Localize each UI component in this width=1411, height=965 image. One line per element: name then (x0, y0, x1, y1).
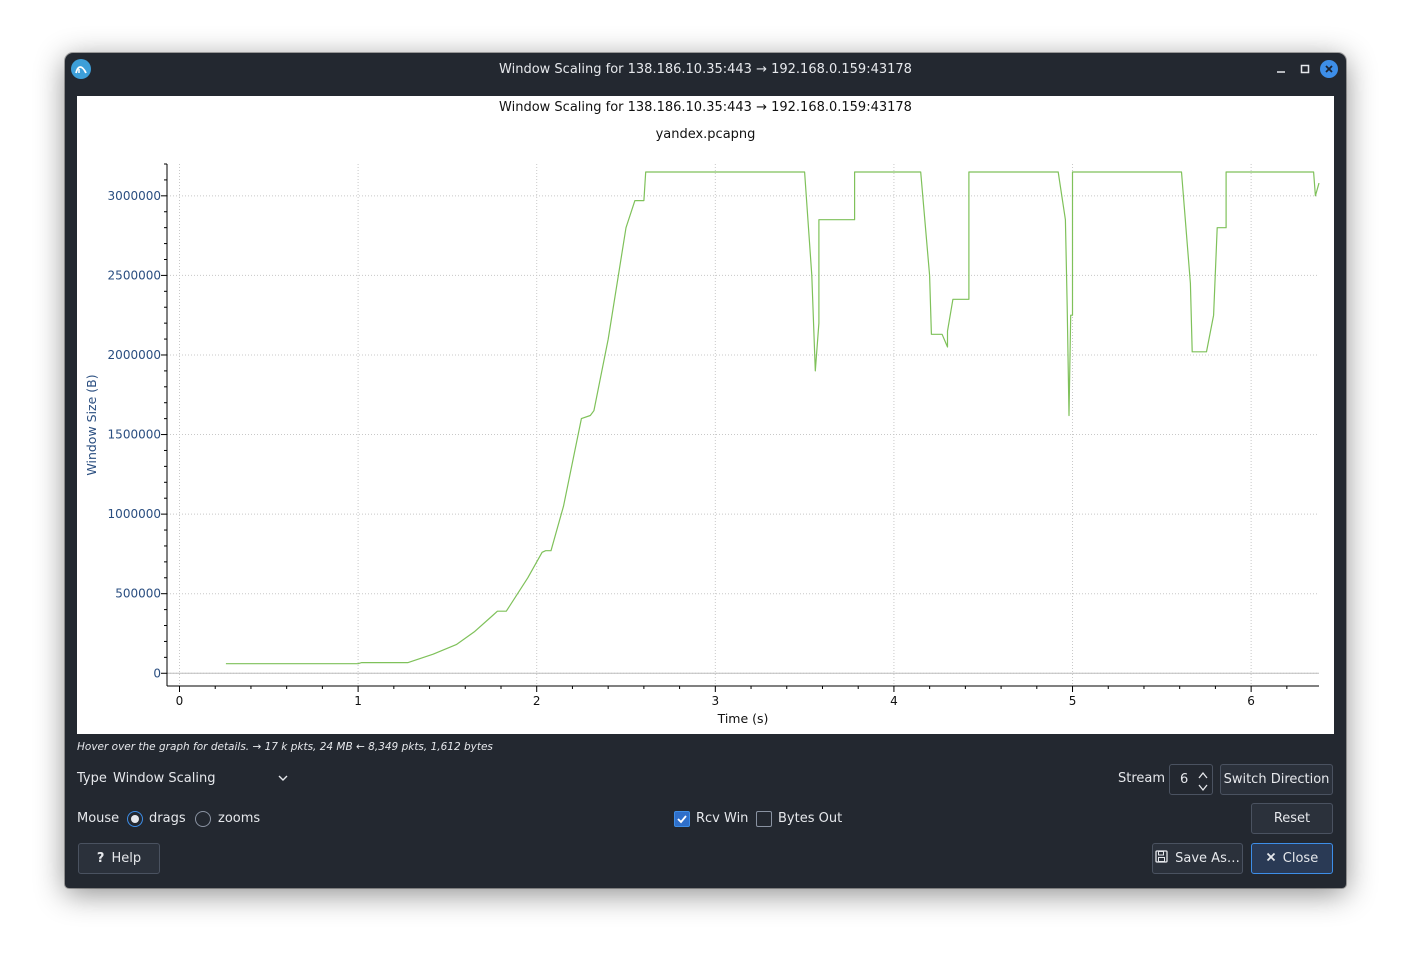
reset-button[interactable]: Reset (1251, 803, 1333, 834)
minimize-icon[interactable] (1272, 60, 1290, 78)
x-tick-label: 0 (176, 694, 184, 708)
y-tick-label: 0 (153, 666, 161, 680)
y-tick-label: 500000 (115, 587, 161, 601)
close-button[interactable]: Close (1251, 843, 1333, 874)
type-label: Type (77, 771, 107, 786)
switch-direction-label: Switch Direction (1223, 772, 1330, 787)
rcv-win-checkbox[interactable] (674, 811, 690, 827)
y-tick-label: 2000000 (108, 348, 161, 362)
save-icon (1155, 850, 1168, 867)
rcv-win-label[interactable]: Rcv Win (696, 811, 748, 826)
type-dropdown-value: Window Scaling (113, 771, 216, 786)
close-label: Close (1282, 851, 1319, 866)
y-axis-label: Window Size (B) (84, 374, 99, 475)
bytes-out-label[interactable]: Bytes Out (778, 811, 842, 826)
switch-direction-button[interactable]: Switch Direction (1220, 764, 1333, 795)
help-icon: ? (96, 851, 105, 866)
y-tick-label: 3000000 (108, 189, 161, 203)
x-tick-label: 6 (1247, 694, 1255, 708)
type-dropdown[interactable]: Window Scaling (113, 771, 293, 786)
checkmark-icon (677, 815, 687, 824)
x-tick-label: 1 (354, 694, 362, 708)
wireshark-app-icon (71, 59, 91, 79)
close-window-icon[interactable] (1320, 60, 1338, 78)
reset-label: Reset (1273, 811, 1311, 826)
window-scaling-chart[interactable]: 0 1 2 3 4 5 6 0 500000 1000000 1500000 2000000 25000… (77, 96, 1334, 734)
status-hint: Hover over the graph for details. → 17 k… (77, 741, 493, 753)
y-tick-label: 1000000 (108, 507, 161, 521)
x-tick-label: 5 (1069, 694, 1077, 708)
x-axis-label: Time (s) (717, 711, 769, 726)
graph-plot-area[interactable]: Window Scaling for 138.186.10.35:443 → 1… (77, 96, 1334, 734)
x-tick-label: 3 (711, 694, 719, 708)
mouse-zooms-label[interactable]: zooms (218, 811, 260, 826)
stream-spinbox[interactable]: 6 (1169, 764, 1213, 795)
axes: 0 1 2 3 4 5 6 0 500000 1000000 1500000 2000000 25000… (108, 163, 1319, 708)
stream-value: 6 (1180, 772, 1189, 787)
x-tick-label: 2 (533, 694, 541, 708)
x-tick-label: 4 (890, 694, 898, 708)
y-tick-label: 2500000 (108, 268, 161, 282)
help-label: Help (111, 851, 142, 866)
y-tick-label: 1500000 (108, 428, 161, 442)
mouse-label: Mouse (77, 811, 120, 826)
series-layer (225, 171, 1320, 665)
mouse-drags-label[interactable]: drags (149, 811, 186, 826)
close-icon (1266, 851, 1276, 866)
grid-lines (167, 164, 1319, 686)
mouse-zooms-radio[interactable] (195, 811, 211, 827)
maximize-icon[interactable] (1296, 60, 1314, 78)
title-bar: Window Scaling for 138.186.10.35:443 → 1… (65, 53, 1346, 85)
bytes-out-checkbox[interactable] (756, 811, 772, 827)
rcv-win-series-line (225, 171, 1320, 665)
help-button[interactable]: ? Help (78, 843, 160, 874)
window-title: Window Scaling for 138.186.10.35:443 → 1… (499, 61, 912, 77)
save-as-label: Save As… (1175, 851, 1240, 866)
chevron-down-icon (277, 772, 289, 788)
window-scaling-dialog: Window Scaling for 138.186.10.35:443 → 1… (65, 53, 1346, 888)
save-as-button[interactable]: Save As… (1152, 843, 1243, 874)
stream-label: Stream (1118, 771, 1166, 786)
spin-down-icon[interactable] (1198, 781, 1208, 796)
mouse-drags-radio[interactable] (127, 811, 143, 827)
